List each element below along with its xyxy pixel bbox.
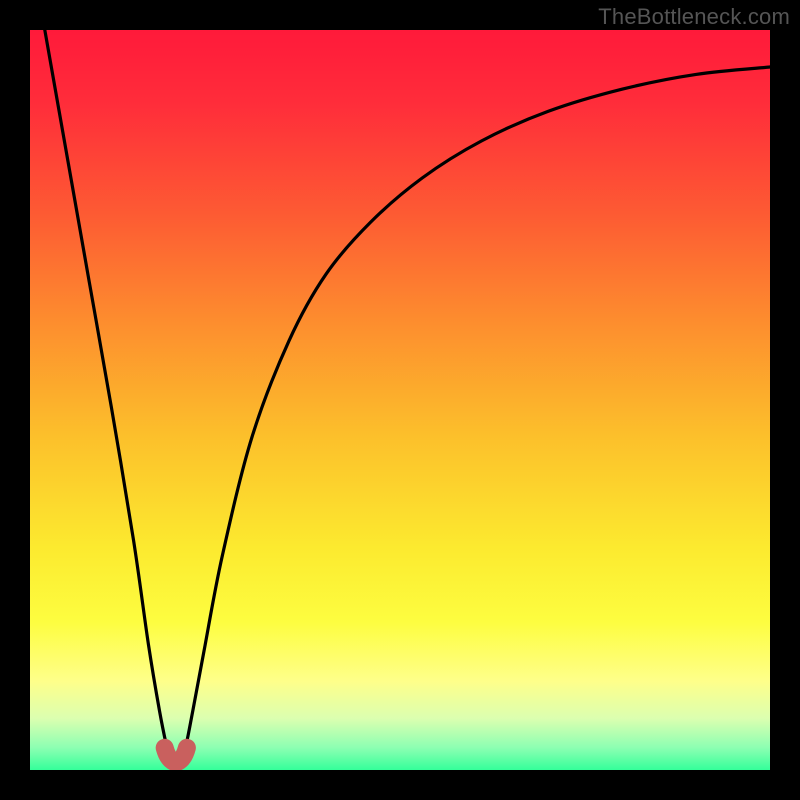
plot-area <box>30 30 770 770</box>
dip-marker <box>165 748 187 763</box>
watermark-text: TheBottleneck.com <box>598 4 790 30</box>
chart-frame: TheBottleneck.com <box>0 0 800 800</box>
bottleneck-curve <box>45 30 770 764</box>
curve-layer <box>30 30 770 770</box>
